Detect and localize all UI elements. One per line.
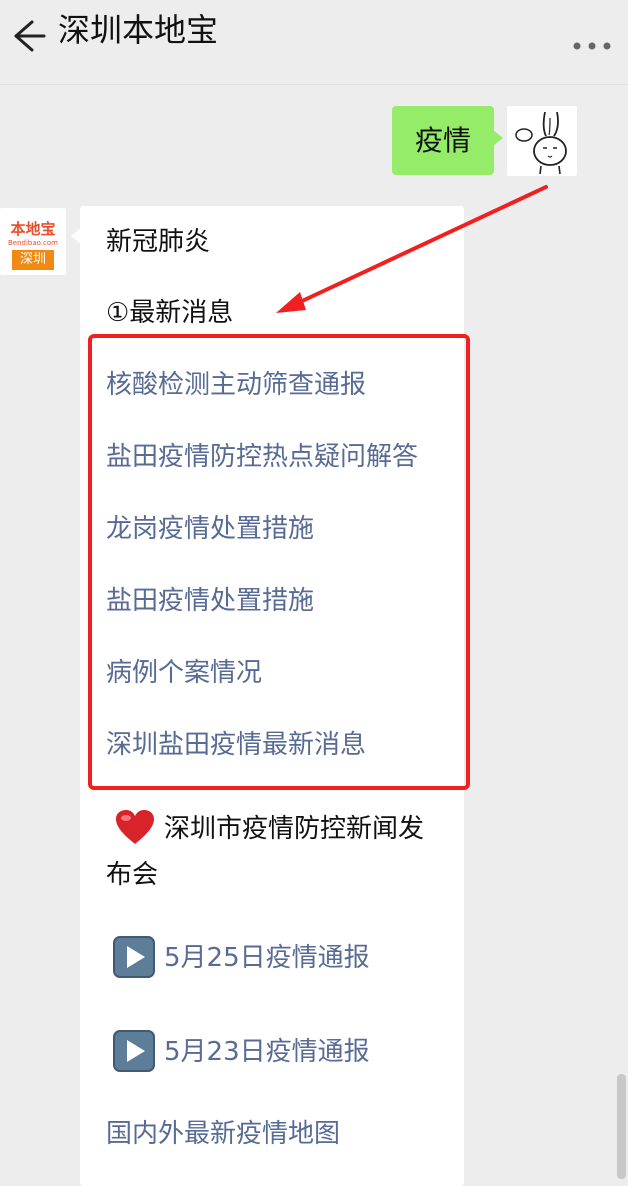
link-yantian-measures[interactable]: 盐田疫情处置措施	[106, 583, 314, 619]
logo-city-badge: 深圳	[12, 250, 54, 270]
link-nucleic-acid-report[interactable]: 核酸检测主动筛查通报	[106, 367, 366, 403]
top-bar: 深圳本地宝	[0, 0, 628, 85]
bot-avatar[interactable]: 本地宝 Bendibao.com 深圳	[0, 208, 66, 275]
play-button-icon[interactable]	[112, 935, 156, 983]
section-latest-news: ①最新消息	[106, 298, 234, 328]
link-may25-report[interactable]: 5月25日疫情通报	[164, 940, 370, 976]
rabbit-avatar-icon	[515, 111, 567, 175]
link-epidemic-map[interactable]: 国内外最新疫情地图	[106, 1116, 340, 1152]
logo-text: 本地宝	[10, 220, 56, 238]
topic-heading: 新冠肺炎	[106, 227, 211, 257]
link-yantian-latest[interactable]: 深圳盐田疫情最新消息	[106, 727, 366, 763]
press-conference-label-cont[interactable]: 布会	[106, 857, 158, 893]
back-arrow-icon[interactable]	[4, 14, 48, 58]
page-title: 深圳本地宝	[58, 11, 219, 49]
link-longgang-measures[interactable]: 龙岗疫情处置措施	[106, 511, 314, 547]
more-dots-icon[interactable]	[566, 26, 618, 56]
logo-subtext: Bendibao.com	[7, 239, 58, 247]
play-button-icon[interactable]	[112, 1029, 156, 1077]
heart-icon	[114, 808, 156, 850]
link-case-details[interactable]: 病例个案情况	[106, 655, 262, 691]
press-conference-label[interactable]: 深圳市疫情防控新闻发	[164, 811, 424, 847]
scrollbar[interactable]	[617, 1074, 626, 1179]
link-may23-report[interactable]: 5月23日疫情通报	[164, 1034, 370, 1070]
user-avatar[interactable]	[507, 106, 577, 176]
link-yantian-qa[interactable]: 盐田疫情防控热点疑问解答	[106, 439, 418, 475]
user-message-bubble[interactable]: 疫情	[392, 106, 503, 175]
